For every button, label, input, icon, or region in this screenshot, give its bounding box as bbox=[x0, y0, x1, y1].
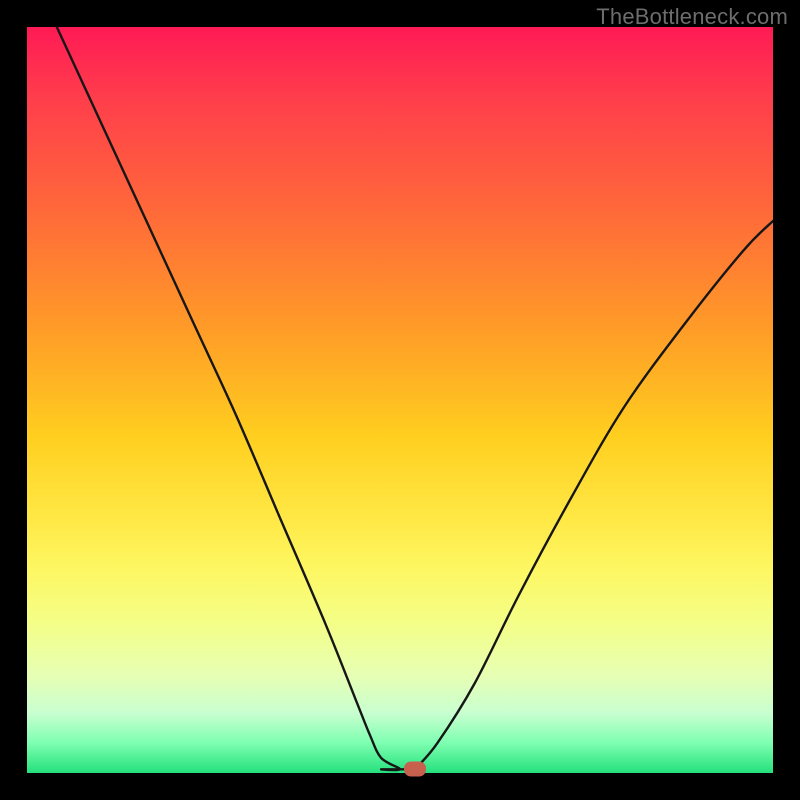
chart-frame: TheBottleneck.com bbox=[0, 0, 800, 800]
optimal-point-marker bbox=[404, 761, 426, 776]
plot-area bbox=[27, 27, 773, 773]
watermark-text: TheBottleneck.com bbox=[596, 4, 788, 30]
bottleneck-curve bbox=[27, 27, 773, 773]
